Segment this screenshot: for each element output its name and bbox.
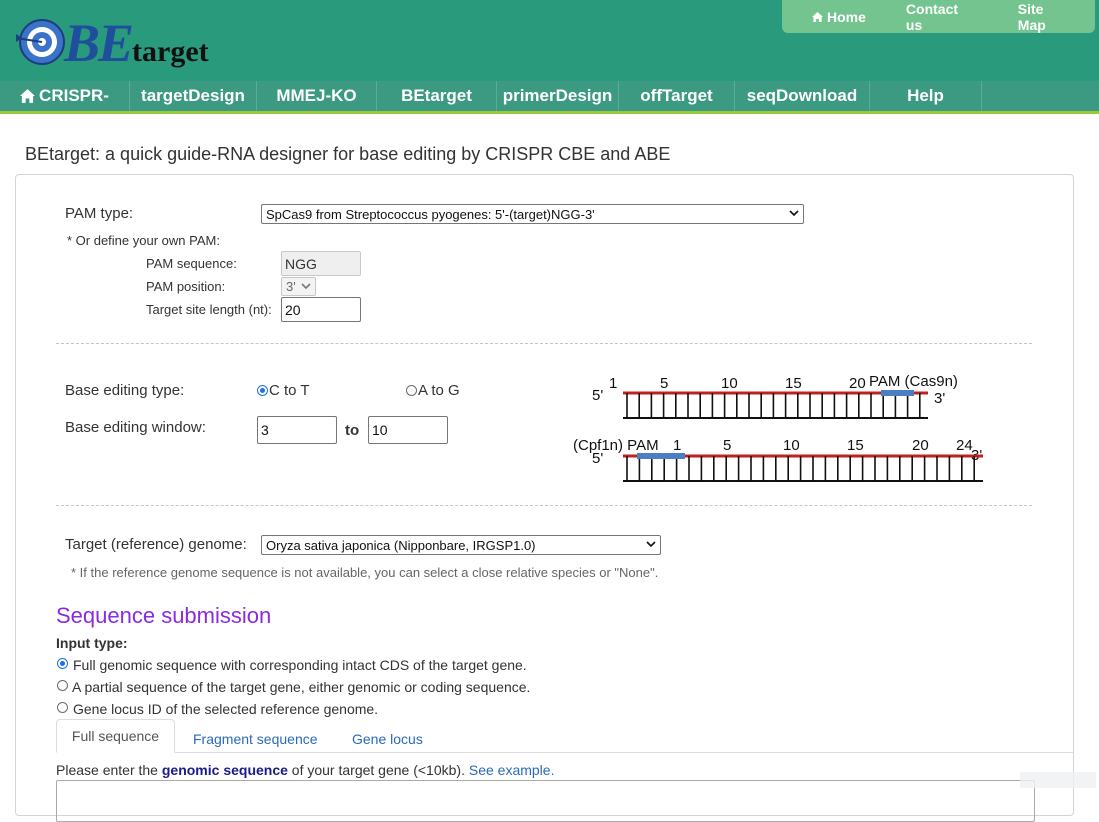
pam-type-select[interactable]: SpCas9 from Streptococcus pyogenes: 5'-(… <box>261 204 804 224</box>
nav-item-offtarget[interactable]: offTarget <box>619 81 735 111</box>
cas9-pam-label: PAM (Cas9n) <box>869 373 958 390</box>
sequence-prompt: Please enter the genomic sequence of you… <box>56 762 554 778</box>
tab-fragment-sequence[interactable]: Fragment sequence <box>193 731 318 747</box>
target-length-input[interactable]: 20 <box>281 297 361 322</box>
nav-item-mmej-ko[interactable]: MMEJ-KO <box>257 81 377 111</box>
pam-type-value: SpCas9 from Streptococcus pyogenes: 5'-(… <box>266 206 595 222</box>
tab-full-sequence[interactable]: Full sequence <box>56 719 175 753</box>
cas9-tick-10: 10 <box>721 375 738 392</box>
window-to-input[interactable]: 10 <box>368 416 448 444</box>
divider <box>56 343 1032 344</box>
nav-item-targetdesign[interactable]: targetDesign <box>130 81 257 111</box>
nav-item-crispr[interactable]: CRISPR- <box>0 81 130 111</box>
cpf1-five-prime: 5' <box>592 450 603 467</box>
genome-select[interactable]: Oryza sativa japonica (Nipponbare, IRGSP… <box>261 535 661 555</box>
cas9-strand <box>623 390 928 419</box>
pam-sequence-label: PAM sequence: <box>146 256 237 271</box>
base-editing-window-label: Base editing window: <box>65 419 206 436</box>
input-type-label: Input type: <box>56 635 128 651</box>
cas9-five-prime: 5' <box>592 387 603 404</box>
custom-pam-note: * Or define your own PAM: <box>67 233 220 248</box>
cas9-tick-15: 15 <box>785 375 802 392</box>
pam-position-label: PAM position: <box>146 279 226 294</box>
window-to-label: to <box>345 422 360 439</box>
radio-c-to-t[interactable] <box>257 385 268 396</box>
genomic-sequence-link: genomic sequence <box>161 762 288 778</box>
top-links: Home Contact us Site Map <box>782 0 1095 33</box>
input-option-partial-label: A partial sequence of the target gene, e… <box>72 679 531 695</box>
logo-be-text: BE <box>64 13 134 73</box>
watermark <box>1020 772 1096 788</box>
site-map-link[interactable]: Site Map <box>998 1 1095 33</box>
cpf1-tick-5: 5 <box>723 437 731 454</box>
home-link-label: Home <box>827 8 866 25</box>
input-option-partial[interactable] <box>57 680 68 691</box>
base-editing-type-label: Base editing type: <box>65 382 185 399</box>
input-option-full-genomic-label: Full genomic sequence with corresponding… <box>73 657 527 673</box>
genome-label: Target (reference) genome: <box>65 536 247 553</box>
cas9-tick-1: 1 <box>609 375 617 392</box>
sequence-prompt-post: of your target gene (<10kb). <box>287 762 469 778</box>
main-nav: CRISPR- targetDesign MMEJ-KO BEtarget pr… <box>0 81 1099 114</box>
input-option-full-genomic[interactable] <box>57 658 68 669</box>
pam-position-value: 3' <box>286 279 296 294</box>
pam-sequence-input[interactable]: NGG <box>281 251 361 276</box>
tabs-underline <box>56 752 1073 753</box>
input-option-gene-locus-label: Gene locus ID of the selected reference … <box>73 701 379 717</box>
cas9-tick-20: 20 <box>849 375 866 392</box>
home-icon <box>20 89 36 103</box>
home-link[interactable]: Home <box>782 9 886 25</box>
input-option-gene-locus[interactable] <box>57 702 68 713</box>
divider <box>56 505 1032 506</box>
site-header: BEtarget Home Contact us Site Map <box>0 0 1099 81</box>
nav-item-help[interactable]: Help <box>870 81 982 111</box>
chevron-down-icon <box>789 210 799 217</box>
genome-value: Oryza sativa japonica (Nipponbare, IRGSP… <box>266 537 536 553</box>
cpf1-pam-label: (Cpf1n) PAM <box>573 437 659 454</box>
cas9-tick-5: 5 <box>660 375 668 392</box>
home-icon <box>812 11 823 22</box>
pam-position-select[interactable]: 3' <box>281 277 316 296</box>
nav-item-crispr-label: CRISPR- <box>39 86 109 105</box>
chevron-down-icon <box>646 541 656 548</box>
cas9-three-prime: 3' <box>934 390 945 407</box>
nav-item-betarget[interactable]: BEtarget <box>377 81 497 111</box>
radio-c-to-t-label: C to T <box>269 382 310 399</box>
logo-target-text: target <box>132 35 209 68</box>
nav-item-primerdesign[interactable]: primerDesign <box>497 81 619 111</box>
page-title: BEtarget: a quick guide-RNA designer for… <box>25 144 671 164</box>
base-editing-diagram: 5' 1 5 10 15 20 PAM (Cas9n) 3' (Cpf1n) P… <box>573 373 983 482</box>
sequence-textarea[interactable] <box>56 780 1035 822</box>
radio-a-to-g[interactable] <box>406 385 417 396</box>
site-logo[interactable]: BEtarget <box>14 8 214 74</box>
pam-type-label: PAM type: <box>65 205 134 222</box>
cpf1-strand <box>623 453 983 482</box>
target-length-label: Target site length (nt): <box>146 302 272 317</box>
nav-item-seqdownload[interactable]: seqDownload <box>735 81 870 111</box>
sequence-submission-title: Sequence submission <box>56 603 272 628</box>
tab-gene-locus[interactable]: Gene locus <box>352 731 423 747</box>
see-example-link[interactable]: See example. <box>469 762 555 778</box>
chevron-down-icon <box>301 283 311 290</box>
cpf1-tick-1: 1 <box>673 437 681 454</box>
contact-link[interactable]: Contact us <box>886 1 998 33</box>
cpf1-tick-20: 20 <box>912 437 929 454</box>
cpf1-tick-10: 10 <box>783 437 800 454</box>
sequence-prompt-pre: Please enter the <box>56 762 162 778</box>
radio-a-to-g-label: A to G <box>418 382 460 399</box>
form-panel: PAM type: SpCas9 from Streptococcus pyog… <box>15 174 1074 822</box>
cpf1-tick-15: 15 <box>847 437 864 454</box>
window-from-input[interactable]: 3 <box>257 416 337 444</box>
genome-note: * If the reference genome sequence is no… <box>71 565 659 580</box>
